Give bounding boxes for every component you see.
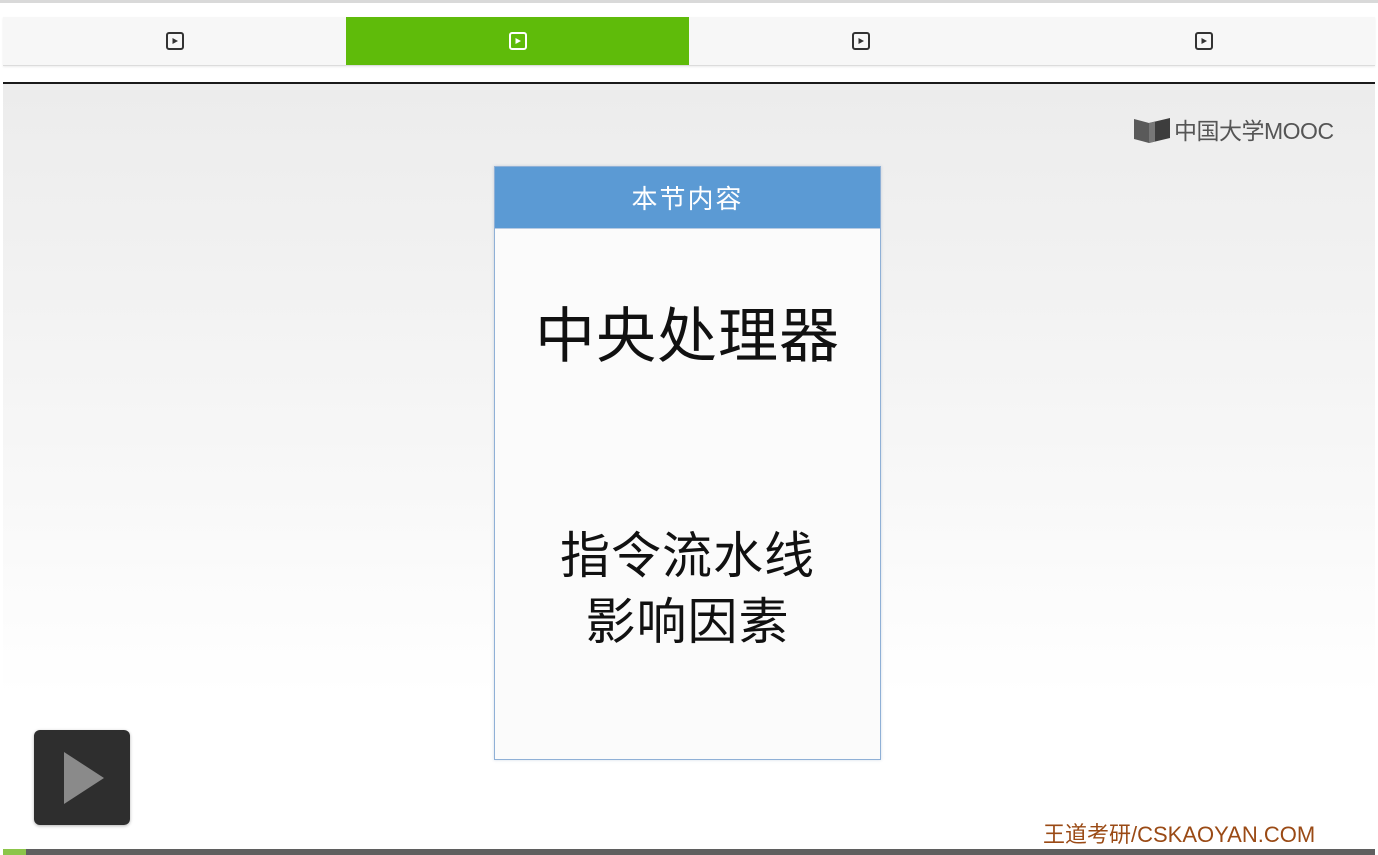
topic-line-2: 影响因素 — [585, 593, 790, 651]
video-tab-3[interactable] — [689, 17, 1032, 65]
top-rule — [0, 0, 1378, 3]
chapter-tab-bar — [3, 17, 1375, 66]
mooc-logo: 中国大学MOOC — [1133, 114, 1334, 148]
video-tab-1[interactable] — [3, 17, 346, 65]
play-button[interactable] — [34, 730, 130, 825]
play-square-icon — [165, 32, 184, 50]
section-content-card: 本节内容 中央处理器 指令流水线 影响因素 — [494, 166, 881, 760]
chapter-title: 中央处理器 — [535, 302, 840, 372]
mooc-logo-text: 中国大学MOOC — [1174, 117, 1334, 144]
video-progress-bar[interactable] — [3, 849, 1375, 855]
video-stage[interactable]: 中国大学MOOC 本节内容 中央处理器 指令流水线 影响因素 王道考研/CSKA… — [3, 84, 1375, 849]
play-square-icon — [851, 32, 870, 50]
mooc-book-icon — [1133, 115, 1171, 147]
watermark-text: 王道考研/CSKAOYAN.COM — [1043, 822, 1316, 847]
video-progress-fill — [3, 849, 27, 855]
video-tab-4[interactable] — [1032, 17, 1375, 65]
play-square-icon — [508, 32, 527, 50]
play-icon — [60, 751, 104, 804]
topic-line-1: 指令流水线 — [560, 527, 815, 585]
video-tab-2[interactable] — [346, 17, 689, 65]
card-header-title: 本节内容 — [495, 167, 880, 229]
play-square-icon — [1194, 32, 1213, 50]
